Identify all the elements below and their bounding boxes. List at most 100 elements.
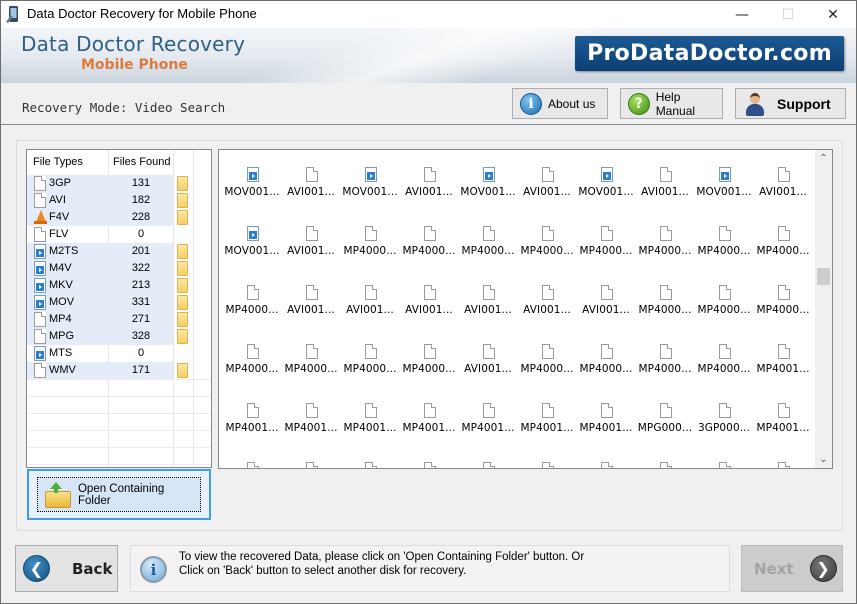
file-type-row[interactable]: MP4 271: [27, 311, 211, 328]
open-containing-folder-button[interactable]: Open Containing Folder: [37, 477, 201, 512]
file-item[interactable]: [695, 462, 753, 468]
file-item[interactable]: [518, 462, 576, 468]
file-item[interactable]: MP4001...: [754, 344, 812, 394]
file-item[interactable]: MP4000...: [695, 344, 753, 394]
file-item[interactable]: MOV001...: [223, 167, 281, 217]
file-item[interactable]: MP4000...: [636, 226, 694, 276]
folder-icon[interactable]: [177, 278, 188, 293]
folder-icon[interactable]: [177, 312, 188, 327]
file-item[interactable]: [459, 462, 517, 468]
file-item[interactable]: MP4000...: [223, 285, 281, 335]
file-type-row[interactable]: MTS 0: [27, 345, 211, 362]
file-item[interactable]: MP4000...: [223, 344, 281, 394]
support-button[interactable]: Support: [735, 88, 846, 119]
file-type-row[interactable]: MKV 213: [27, 277, 211, 294]
file-item[interactable]: MP4000...: [341, 344, 399, 394]
folder-icon[interactable]: [177, 193, 188, 208]
file-item[interactable]: AVI001...: [282, 167, 340, 217]
file-item[interactable]: MP4000...: [282, 344, 340, 394]
file-item[interactable]: AVI001...: [282, 226, 340, 276]
file-item[interactable]: MP4001...: [400, 403, 458, 453]
file-type-row[interactable]: M2TS 201: [27, 243, 211, 260]
about-us-button[interactable]: i About us: [512, 88, 608, 119]
file-item[interactable]: [577, 462, 635, 468]
file-item[interactable]: AVI001...: [400, 167, 458, 217]
file-type-row[interactable]: MPG 328: [27, 328, 211, 345]
file-item[interactable]: MP4001...: [577, 403, 635, 453]
file-item[interactable]: MP4000...: [577, 344, 635, 394]
file-types-table[interactable]: File Types Files Found 3GP 131 AVI 182 F4V 22…: [26, 149, 212, 468]
file-item[interactable]: MP4000...: [400, 226, 458, 276]
file-item[interactable]: AVI001...: [636, 167, 694, 217]
file-type-row[interactable]: WMV 171: [27, 362, 211, 379]
file-item[interactable]: MP4001...: [282, 403, 340, 453]
file-item[interactable]: [223, 462, 281, 468]
file-item[interactable]: MOV001...: [341, 167, 399, 217]
file-type-row[interactable]: FLV 0: [27, 226, 211, 243]
file-item[interactable]: MP4000...: [636, 344, 694, 394]
file-item[interactable]: MOV001...: [459, 167, 517, 217]
file-item[interactable]: AVI001...: [459, 344, 517, 394]
file-item[interactable]: MP4001...: [459, 403, 517, 453]
file-type-row[interactable]: M4V 322: [27, 260, 211, 277]
header-file-types[interactable]: File Types: [33, 156, 83, 168]
file-item[interactable]: MP4000...: [636, 285, 694, 335]
file-item[interactable]: AVI001...: [518, 285, 576, 335]
file-item[interactable]: MP4000...: [518, 344, 576, 394]
file-item[interactable]: MP4000...: [518, 226, 576, 276]
file-item[interactable]: [636, 462, 694, 468]
file-item[interactable]: MP4000...: [341, 226, 399, 276]
folder-icon[interactable]: [177, 176, 188, 191]
file-type-row[interactable]: F4V 228: [27, 209, 211, 226]
folder-icon[interactable]: [177, 363, 188, 378]
file-type-row[interactable]: 3GP 131: [27, 175, 211, 192]
help-manual-button[interactable]: ? Help Manual: [620, 88, 723, 119]
minimize-button[interactable]: —: [719, 1, 765, 28]
file-item[interactable]: MP4000...: [459, 226, 517, 276]
maximize-button[interactable]: ☐: [765, 1, 811, 28]
file-item[interactable]: 3GP000...: [695, 403, 753, 453]
file-item[interactable]: [754, 462, 812, 468]
prodatadoctor-logo[interactable]: ProDataDoctor.com: [575, 36, 844, 71]
file-type-row[interactable]: AVI 182: [27, 192, 211, 209]
file-item[interactable]: AVI001...: [754, 167, 812, 217]
file-item[interactable]: MP4000...: [695, 226, 753, 276]
scroll-up-arrow-icon[interactable]: ⌃: [815, 150, 832, 167]
folder-icon[interactable]: [177, 244, 188, 259]
file-item[interactable]: AVI001...: [518, 167, 576, 217]
file-item[interactable]: AVI001...: [341, 285, 399, 335]
file-item[interactable]: MP4000...: [754, 226, 812, 276]
file-item[interactable]: MP4000...: [754, 285, 812, 335]
scrollbar-thumb[interactable]: [817, 268, 830, 286]
next-button[interactable]: Next ❯: [741, 545, 843, 592]
file-item[interactable]: MOV001...: [577, 167, 635, 217]
file-item[interactable]: AVI001...: [400, 285, 458, 335]
folder-icon[interactable]: [177, 329, 188, 344]
recovered-files-view[interactable]: ⌃ ⌄ MOV001... AVI001... MOV001... AVI001...…: [218, 149, 833, 469]
file-item[interactable]: MP4000...: [400, 344, 458, 394]
file-item[interactable]: MOV001...: [695, 167, 753, 217]
scroll-down-arrow-icon[interactable]: ⌄: [815, 451, 832, 468]
file-item[interactable]: MP4001...: [754, 403, 812, 453]
file-item[interactable]: AVI001...: [577, 285, 635, 335]
file-item[interactable]: MP4000...: [577, 226, 635, 276]
vertical-scrollbar[interactable]: ⌃ ⌄: [815, 150, 832, 468]
file-item[interactable]: AVI001...: [282, 285, 340, 335]
back-button[interactable]: ❮ Back: [15, 545, 118, 592]
folder-icon[interactable]: [177, 295, 188, 310]
folder-icon[interactable]: [177, 261, 188, 276]
file-item[interactable]: AVI001...: [459, 285, 517, 335]
file-type-row[interactable]: MOV 331: [27, 294, 211, 311]
header-files-found[interactable]: Files Found: [113, 156, 170, 168]
file-item[interactable]: MP4001...: [341, 403, 399, 453]
file-item[interactable]: MP4001...: [518, 403, 576, 453]
file-item[interactable]: MPG000...: [636, 403, 694, 453]
file-item[interactable]: MP4000...: [695, 285, 753, 335]
close-button[interactable]: ✕: [810, 1, 856, 28]
file-item[interactable]: MOV001...: [223, 226, 281, 276]
folder-icon[interactable]: [177, 210, 188, 225]
file-item[interactable]: [282, 462, 340, 468]
file-item[interactable]: MP4001...: [223, 403, 281, 453]
file-item[interactable]: [341, 462, 399, 468]
file-item[interactable]: [400, 462, 458, 468]
